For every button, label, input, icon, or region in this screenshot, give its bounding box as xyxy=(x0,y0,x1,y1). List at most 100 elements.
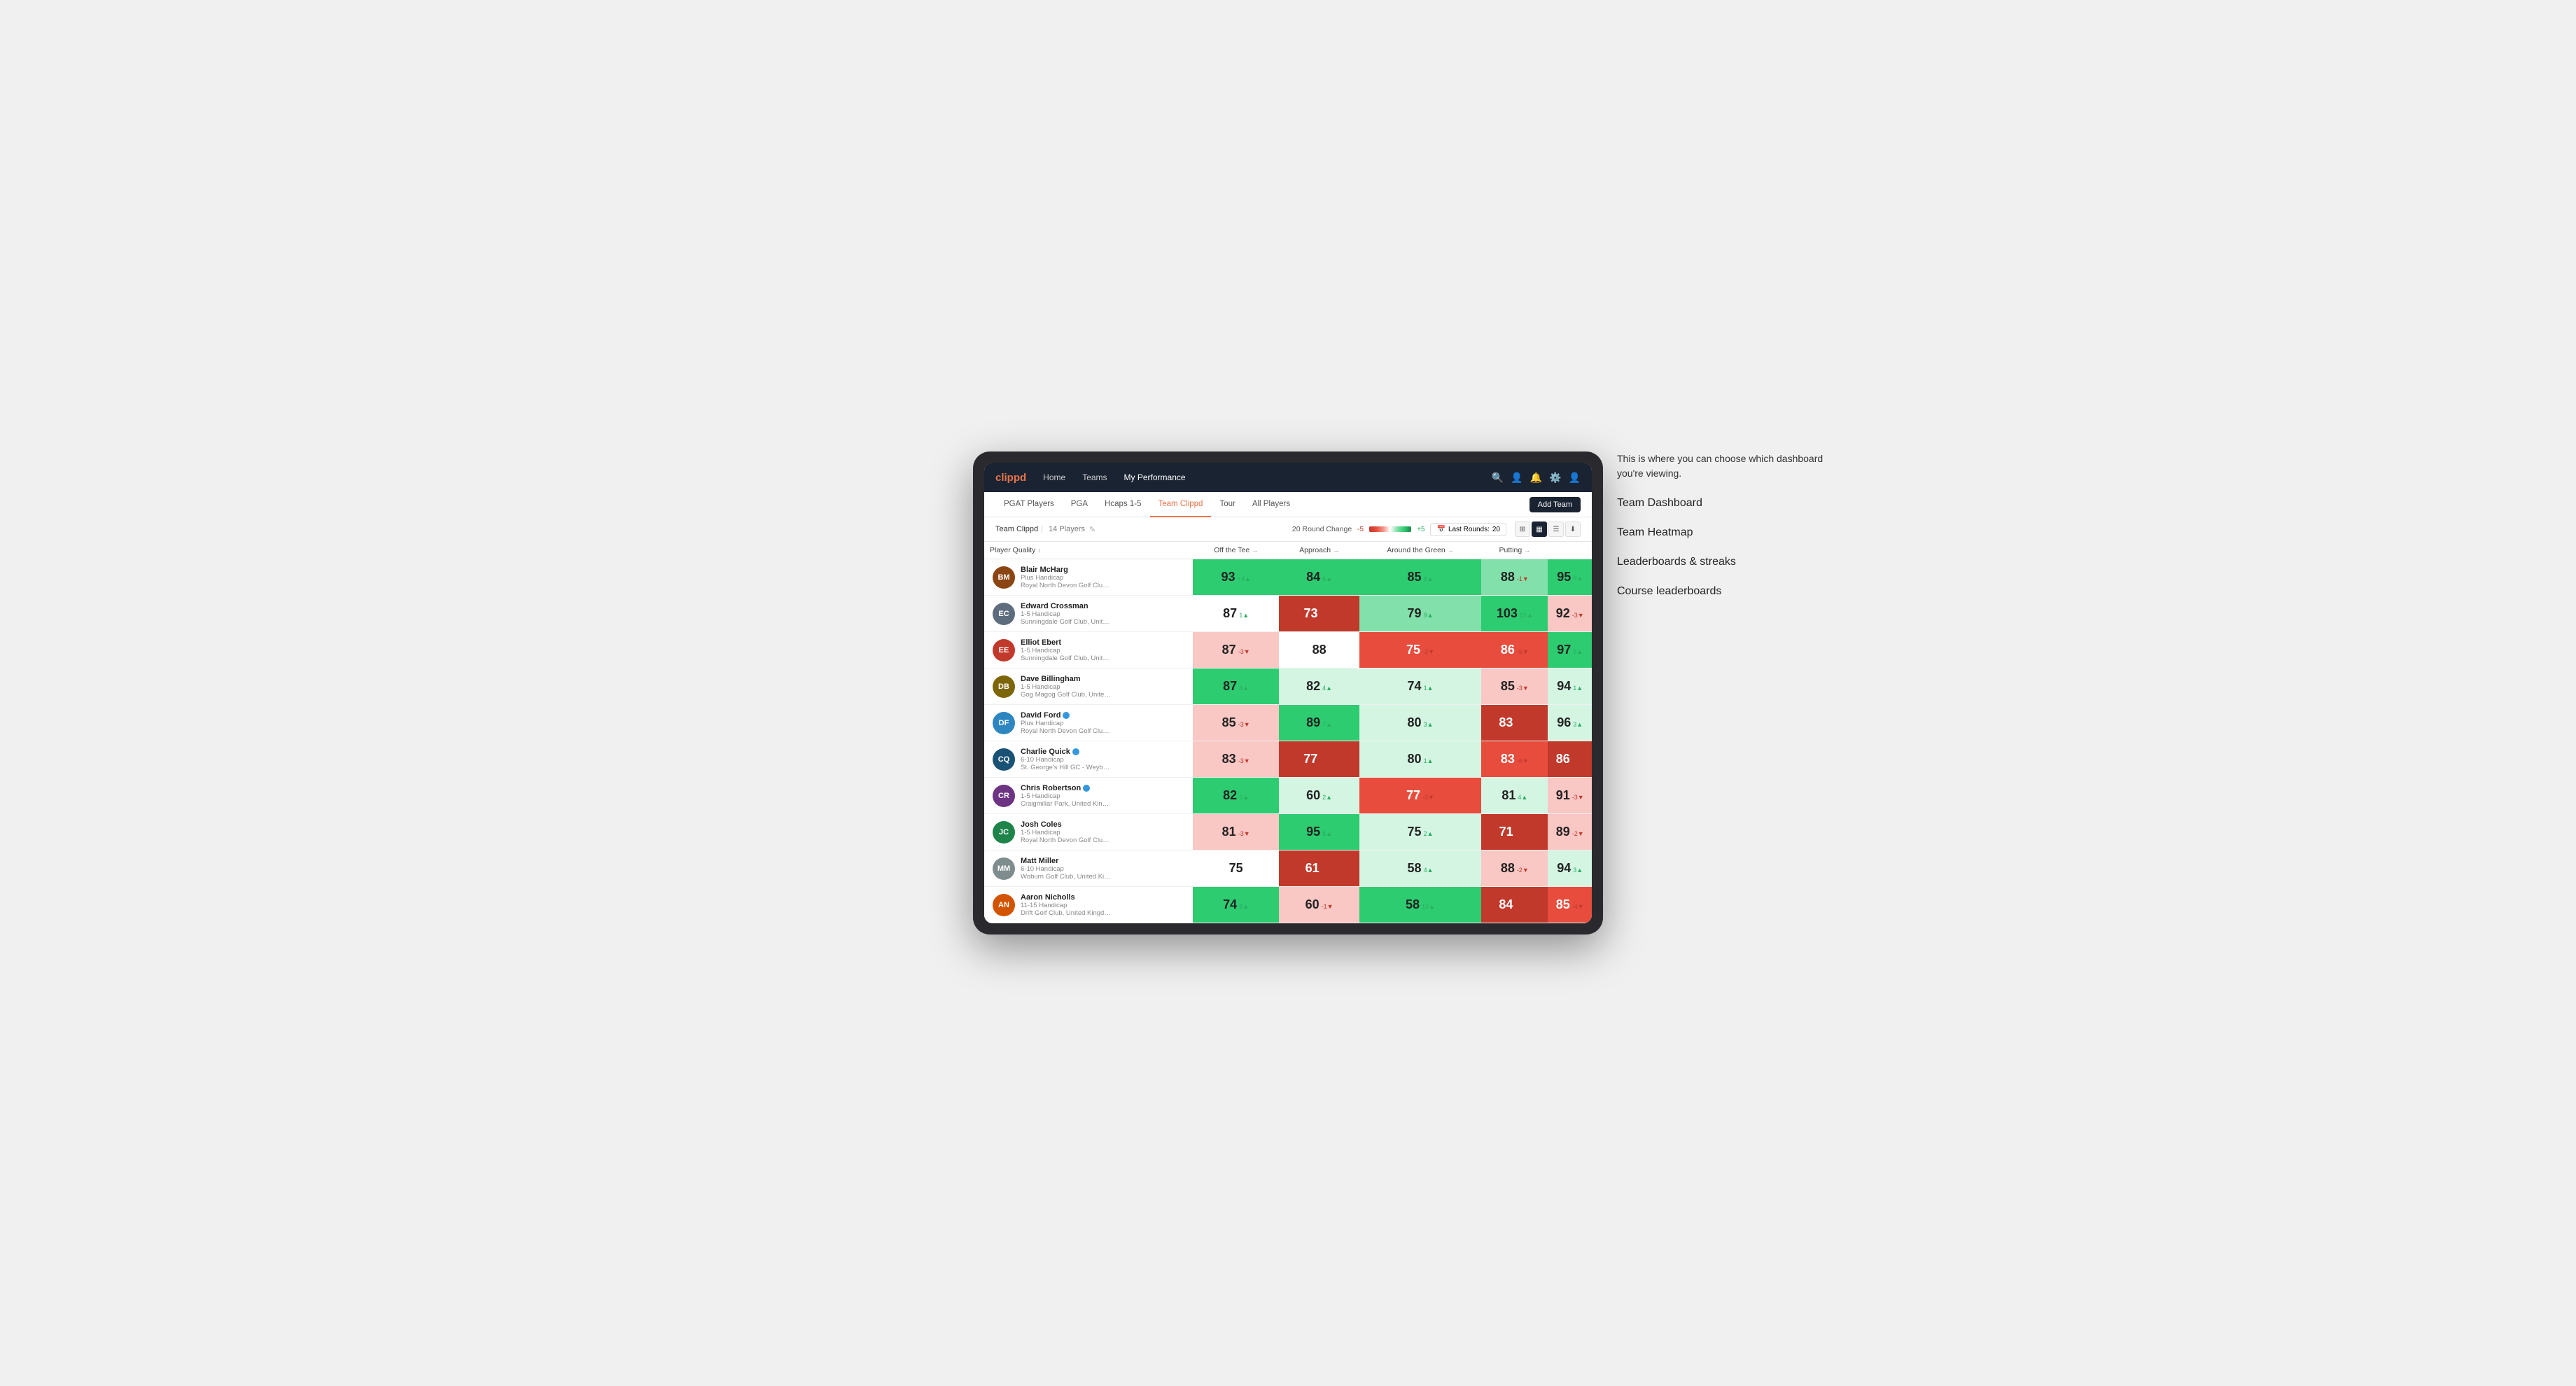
player-club: Royal North Devon Golf Club, United King… xyxy=(1021,836,1112,844)
metric-change: 3▲ xyxy=(1424,721,1434,728)
download-button[interactable]: ⬇ xyxy=(1565,522,1581,537)
metric-change: 4▲ xyxy=(1518,794,1527,801)
player-quality-cell: 87-3▼ xyxy=(1193,632,1280,668)
subnav-teamclippd[interactable]: Team Clippd xyxy=(1150,492,1212,517)
metric-change: 1▲ xyxy=(1573,685,1583,692)
metric-number: 60 xyxy=(1306,788,1320,803)
grid-view-button[interactable]: ⊞ xyxy=(1515,522,1530,537)
avatar: BM xyxy=(993,566,1015,589)
metric-change: -10▼ xyxy=(1515,721,1530,728)
player-cell[interactable]: DBDave Billingham1-5 HandicapGog Magog G… xyxy=(984,668,1193,705)
table-row: DBDave Billingham1-5 HandicapGog Magog G… xyxy=(984,668,1592,705)
heatmap-view-button[interactable]: ▦ xyxy=(1532,522,1547,537)
separator: | xyxy=(1041,525,1043,533)
avatar-icon[interactable]: 👤 xyxy=(1569,472,1581,484)
metric-change: -6▼ xyxy=(1517,757,1529,764)
putting-cell: 91-3▼ xyxy=(1548,778,1592,814)
player-quality-cell: 748▲ xyxy=(1193,887,1280,923)
col-approach: Approach → xyxy=(1279,542,1359,559)
player-cell[interactable]: BMBlair McHargPlus HandicapRoyal North D… xyxy=(984,559,1193,596)
metric-number: 88 xyxy=(1501,570,1515,584)
putting-cell: 85-4▼ xyxy=(1548,887,1592,923)
settings-icon[interactable]: ⚙️ xyxy=(1549,472,1561,484)
nav-link-home[interactable]: Home xyxy=(1040,472,1068,482)
metric-change: 8▲ xyxy=(1239,903,1249,910)
metric-number: 77 xyxy=(1303,752,1317,766)
metric-number: 88 xyxy=(1501,861,1515,876)
metric-number: 89 xyxy=(1556,825,1570,839)
metric-number: 82 xyxy=(1223,788,1237,803)
metric-change: -21▼ xyxy=(1515,903,1530,910)
metric-change: -3▼ xyxy=(1517,685,1529,692)
nav-link-myperformance[interactable]: My Performance xyxy=(1121,472,1189,482)
metric-change: +4▲ xyxy=(1238,575,1251,582)
metric-change: 1▲ xyxy=(1424,685,1434,692)
metric-change: 4▲ xyxy=(1424,867,1434,874)
player-cell[interactable]: ANAaron Nicholls11-15 HandicapDrift Golf… xyxy=(984,887,1193,923)
player-cell[interactable]: EEElliot Ebert1-5 HandicapSunningdale Go… xyxy=(984,632,1193,668)
sort-arrow-player[interactable]: ↕ xyxy=(1037,547,1041,554)
subnav-tour[interactable]: Tour xyxy=(1211,492,1243,517)
bell-icon[interactable]: 🔔 xyxy=(1530,472,1542,484)
sort-arrow-approach[interactable]: → xyxy=(1333,547,1339,554)
metric-change: 9▲ xyxy=(1573,575,1583,582)
metric-change: -14▼ xyxy=(1320,757,1335,764)
subnav-pgat[interactable]: PGAT Players xyxy=(995,492,1063,517)
subnav-allplayers[interactable]: All Players xyxy=(1244,492,1298,517)
sort-arrow-putting[interactable]: → xyxy=(1524,547,1530,554)
approach-cell: 5810▲ xyxy=(1359,887,1482,923)
player-cell[interactable]: MMMatt Miller6-10 HandicapWoburn Golf Cl… xyxy=(984,850,1193,887)
metric-number: 74 xyxy=(1408,679,1422,694)
metric-number: 94 xyxy=(1557,679,1571,694)
player-cell[interactable]: CQCharlie Quick6-10 HandicapSt. George's… xyxy=(984,741,1193,778)
metric-number: 86 xyxy=(1501,643,1515,657)
annotation-items: Team Dashboard Team Heatmap Leaderboards… xyxy=(1617,495,1827,600)
list-view-button[interactable]: ☰ xyxy=(1548,522,1564,537)
last-rounds-button[interactable]: 📅 Last Rounds: 20 xyxy=(1430,523,1506,536)
view-toggle: ⊞ ▦ ☰ ⬇ xyxy=(1515,522,1581,537)
putting-cell: 86-8▼ xyxy=(1548,741,1592,778)
metric-number: 82 xyxy=(1306,679,1320,694)
player-name: Aaron Nicholls xyxy=(1021,893,1112,902)
metric-change: 9▲ xyxy=(1424,612,1434,619)
player-cell[interactable]: JCJosh Coles1-5 HandicapRoyal North Devo… xyxy=(984,814,1193,850)
sort-arrow-around[interactable]: → xyxy=(1448,547,1454,554)
player-cell[interactable]: DFDavid FordPlus HandicapRoyal North Dev… xyxy=(984,705,1193,741)
sub-nav-links: PGAT Players PGA Hcaps 1-5 Team Clippd T… xyxy=(995,492,1530,517)
subnav-hcaps[interactable]: Hcaps 1-5 xyxy=(1096,492,1149,517)
search-icon[interactable]: 🔍 xyxy=(1492,472,1504,484)
avatar: CQ xyxy=(993,748,1015,771)
player-cell[interactable]: CRChris Robertson1-5 HandicapCraigmillar… xyxy=(984,778,1193,814)
user-icon[interactable]: 👤 xyxy=(1511,472,1522,484)
approach-cell: 799▲ xyxy=(1359,596,1482,632)
metric-number: 74 xyxy=(1223,897,1237,912)
sort-arrow-offtee[interactable]: → xyxy=(1252,547,1258,554)
add-team-button[interactable]: Add Team xyxy=(1530,497,1581,512)
metric-number: 81 xyxy=(1222,825,1236,839)
approach-cell: 77-3▼ xyxy=(1359,778,1482,814)
metric-number: 83 xyxy=(1499,715,1513,730)
annotation-item-2: Team Heatmap xyxy=(1617,524,1827,541)
metric-change: 1▲ xyxy=(1239,612,1249,619)
subnav-pga[interactable]: PGA xyxy=(1063,492,1096,517)
metric-number: 87 xyxy=(1222,643,1236,657)
metric-number: 79 xyxy=(1408,606,1422,621)
player-quality-cell: 85-3▼ xyxy=(1193,705,1280,741)
player-cell[interactable]: ECEdward Crossman1-5 HandicapSunningdale… xyxy=(984,596,1193,632)
metric-number: 88 xyxy=(1312,643,1326,657)
nav-link-teams[interactable]: Teams xyxy=(1079,472,1110,482)
around-green-cell: 71-11▼ xyxy=(1481,814,1548,850)
metric-number: 85 xyxy=(1556,897,1570,912)
player-handicap: 1-5 Handicap xyxy=(1021,829,1112,836)
edit-icon[interactable]: ✎ xyxy=(1089,525,1096,534)
metric-number: 77 xyxy=(1406,788,1420,803)
player-handicap: 1-5 Handicap xyxy=(1021,792,1112,800)
player-quality-cell: 874▲ xyxy=(1193,668,1280,705)
metric-number: 103 xyxy=(1497,606,1518,621)
off-tee-cell: 61-3▼ xyxy=(1279,850,1359,887)
player-name: Josh Coles xyxy=(1021,820,1112,829)
metric-number: 58 xyxy=(1408,861,1422,876)
putting-cell: 975▲ xyxy=(1548,632,1592,668)
metric-change: -3▼ xyxy=(1238,721,1250,728)
nav-logo[interactable]: clippd xyxy=(995,472,1026,484)
